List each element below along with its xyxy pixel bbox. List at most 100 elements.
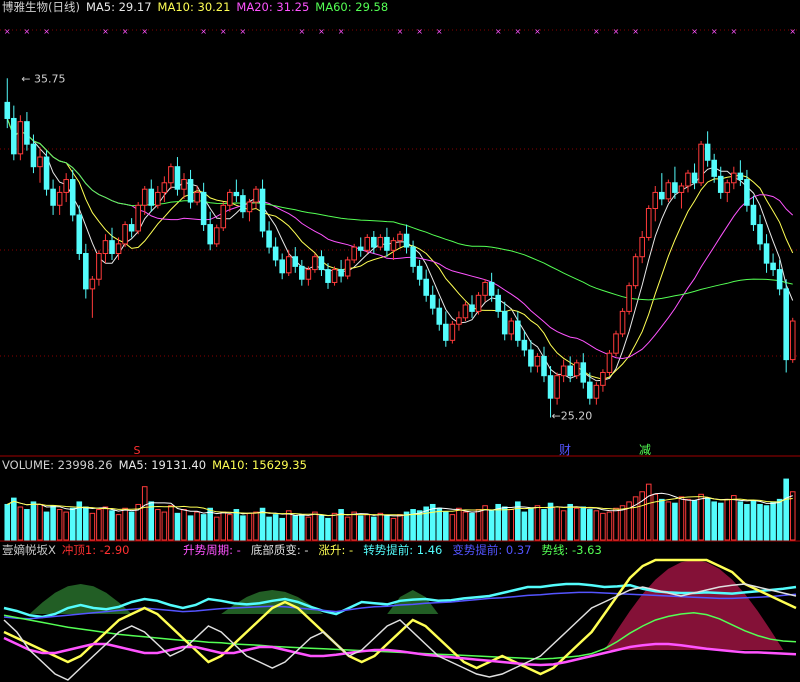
candle[interactable] <box>240 189 246 219</box>
candle[interactable] <box>187 169 194 209</box>
candle[interactable] <box>606 349 613 376</box>
candle[interactable] <box>613 330 619 357</box>
candle[interactable] <box>312 253 318 273</box>
candle[interactable] <box>443 311 449 347</box>
candle[interactable] <box>357 237 364 257</box>
candle[interactable] <box>344 256 351 280</box>
candle[interactable] <box>600 369 606 392</box>
candle[interactable] <box>783 279 789 373</box>
candle[interactable] <box>266 221 272 254</box>
candle[interactable] <box>168 163 174 190</box>
candle[interactable] <box>102 234 109 264</box>
candle[interactable] <box>83 243 89 299</box>
candle[interactable] <box>541 346 547 383</box>
candle[interactable] <box>665 179 672 203</box>
candle[interactable] <box>704 131 711 167</box>
candle[interactable] <box>488 272 495 302</box>
candle[interactable] <box>141 185 148 215</box>
candle[interactable] <box>587 372 593 405</box>
candle[interactable] <box>200 182 207 231</box>
candle[interactable] <box>508 317 515 341</box>
candle[interactable] <box>691 163 698 190</box>
candle[interactable] <box>4 78 11 129</box>
candle[interactable] <box>632 253 639 289</box>
candle[interactable] <box>436 298 443 331</box>
candle[interactable] <box>56 185 63 215</box>
candle[interactable] <box>338 259 344 283</box>
candle[interactable] <box>501 301 508 341</box>
candle[interactable] <box>364 234 371 254</box>
candle[interactable] <box>17 115 24 161</box>
candle[interactable] <box>560 359 567 383</box>
candle[interactable] <box>678 182 685 209</box>
candle[interactable] <box>456 311 462 331</box>
candle[interactable] <box>593 382 600 405</box>
candle[interactable] <box>416 259 423 286</box>
stock-chart[interactable]: × × × × × × × × × × × × × × × × × × × × × × × × × ← 35.75 ←25.20 S… <box>0 0 800 682</box>
candle[interactable] <box>626 282 632 315</box>
candle[interactable] <box>390 237 397 260</box>
candle[interactable] <box>50 179 56 215</box>
candle[interactable] <box>96 250 102 286</box>
candle[interactable] <box>462 301 469 322</box>
candle[interactable] <box>639 231 645 264</box>
candle[interactable] <box>259 179 266 238</box>
candle[interactable] <box>181 173 187 199</box>
candle[interactable] <box>272 237 279 267</box>
candle[interactable] <box>423 269 429 302</box>
candle[interactable] <box>750 195 757 231</box>
candle[interactable] <box>652 185 659 222</box>
candle[interactable] <box>659 173 665 206</box>
candle[interactable] <box>482 279 488 302</box>
candle[interactable] <box>135 202 141 235</box>
candle[interactable] <box>567 356 573 383</box>
candle[interactable] <box>331 266 338 286</box>
candle[interactable] <box>789 317 796 363</box>
candle[interactable] <box>207 211 213 251</box>
volume-bars[interactable] <box>4 478 796 541</box>
candle[interactable] <box>43 150 50 196</box>
candle[interactable] <box>174 157 181 196</box>
candle[interactable] <box>109 227 115 260</box>
candle[interactable] <box>645 205 652 241</box>
candle[interactable] <box>11 105 17 161</box>
candle[interactable] <box>128 218 135 238</box>
candle[interactable] <box>220 202 227 231</box>
candle[interactable] <box>403 224 410 254</box>
candle[interactable] <box>698 140 704 186</box>
candle[interactable] <box>449 321 456 344</box>
candle[interactable] <box>685 169 691 193</box>
candle[interactable] <box>24 112 30 151</box>
candle[interactable] <box>731 166 737 190</box>
candle[interactable] <box>573 359 580 379</box>
candle[interactable] <box>253 185 259 209</box>
candle[interactable] <box>155 185 161 209</box>
candle[interactable] <box>63 173 69 203</box>
candle[interactable] <box>429 285 436 315</box>
candle[interactable] <box>469 295 475 318</box>
candle[interactable] <box>763 234 770 273</box>
candle[interactable] <box>580 353 587 389</box>
candle[interactable] <box>37 147 43 183</box>
candle[interactable] <box>279 253 285 280</box>
candle[interactable] <box>148 179 155 212</box>
candle[interactable] <box>475 292 482 315</box>
candle[interactable] <box>122 221 128 248</box>
candle[interactable] <box>213 224 220 248</box>
candle[interactable] <box>397 231 403 248</box>
candle[interactable] <box>528 340 534 373</box>
candle[interactable] <box>292 247 299 273</box>
candle[interactable] <box>30 134 37 174</box>
candle[interactable] <box>619 308 626 338</box>
candle[interactable] <box>246 198 253 222</box>
candle[interactable] <box>351 243 357 264</box>
candle[interactable] <box>554 372 560 405</box>
candle[interactable] <box>305 266 312 286</box>
candle[interactable] <box>384 227 390 257</box>
candle[interactable] <box>89 276 96 318</box>
candle[interactable] <box>495 288 501 318</box>
candle[interactable] <box>770 253 776 277</box>
candle[interactable] <box>285 250 292 277</box>
candle[interactable] <box>227 189 233 212</box>
candle[interactable] <box>299 259 305 286</box>
